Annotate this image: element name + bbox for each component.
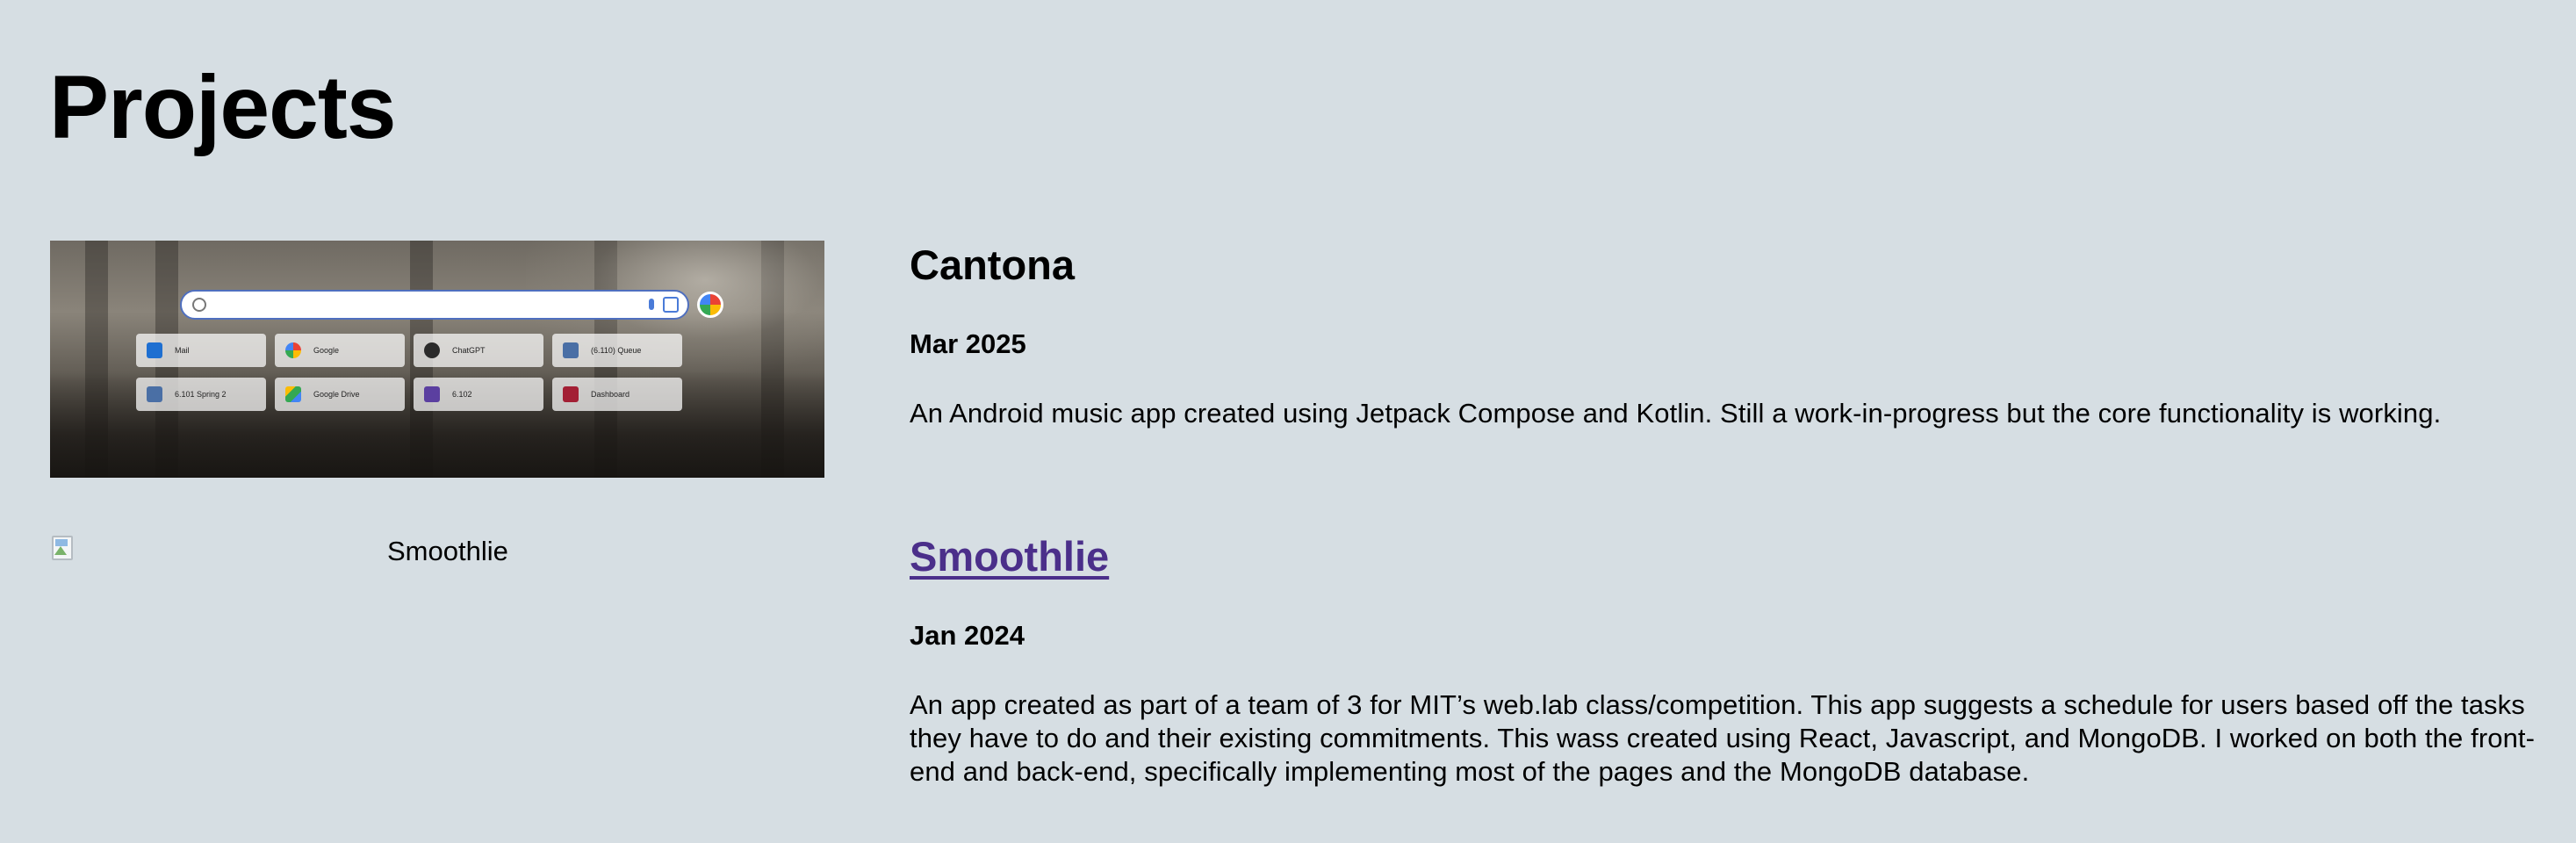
search-bar: [180, 290, 689, 320]
project-date: Mar 2025: [910, 328, 1026, 359]
shortcut-label: Google: [313, 346, 340, 355]
shortcut-tile: Google: [275, 334, 405, 367]
shortcut-label: Google Drive: [313, 390, 360, 399]
project-date: Jan 2024: [910, 620, 1025, 651]
mail-icon: [147, 342, 162, 358]
shortcut-tile: Mail: [136, 334, 266, 367]
shortcut-tile: Google Drive: [275, 378, 405, 411]
drive-icon: [285, 386, 301, 402]
shortcut-label: 6.101 Spring 2: [175, 390, 227, 399]
project-description: An app created as part of a team of 3 fo…: [910, 689, 2536, 787]
cantona-screenshot: Mail Google ChatGPT (6.110) Queue 6.101 …: [50, 241, 824, 478]
shortcut-tile: ChatGPT: [414, 334, 543, 367]
dashboard-icon: [563, 386, 579, 402]
project-title: Cantona: [910, 241, 1075, 288]
broken-image-icon: [50, 534, 76, 560]
image-alt-text: Smoothlie: [387, 536, 508, 566]
course-icon: [147, 386, 162, 402]
shortcut-tile: 6.102: [414, 378, 543, 411]
avatar: [697, 292, 723, 318]
shortcut-label: 6.102: [452, 390, 472, 399]
project-title-link[interactable]: Smoothlie: [910, 533, 1109, 580]
page-title: Projects: [49, 57, 397, 157]
queue-icon: [563, 342, 579, 358]
shortcut-tile: Dashboard: [552, 378, 682, 411]
chatgpt-icon: [424, 342, 440, 358]
shortcut-label: (6.110) Queue: [591, 346, 642, 355]
course-icon: [424, 386, 440, 402]
smoothlie-image: Smoothlie: [50, 530, 824, 566]
mic-icon: [649, 299, 654, 310]
project-description: An Android music app created using Jetpa…: [910, 398, 2442, 429]
project-item: Smoothlie Jan 2024 An app created as par…: [910, 529, 2560, 789]
shortcut-tile: 6.101 Spring 2: [136, 378, 266, 411]
shortcut-tile: (6.110) Queue: [552, 334, 682, 367]
shortcut-label: Mail: [175, 346, 190, 355]
project-title: Smoothlie: [910, 529, 2560, 585]
google-icon: [285, 342, 301, 358]
project-item: Cantona Mar 2025 An Android music app cr…: [910, 237, 2560, 430]
search-icon: [192, 298, 206, 312]
shortcut-label: ChatGPT: [452, 346, 486, 355]
lens-icon: [663, 297, 679, 313]
shortcut-label: Dashboard: [591, 390, 630, 399]
